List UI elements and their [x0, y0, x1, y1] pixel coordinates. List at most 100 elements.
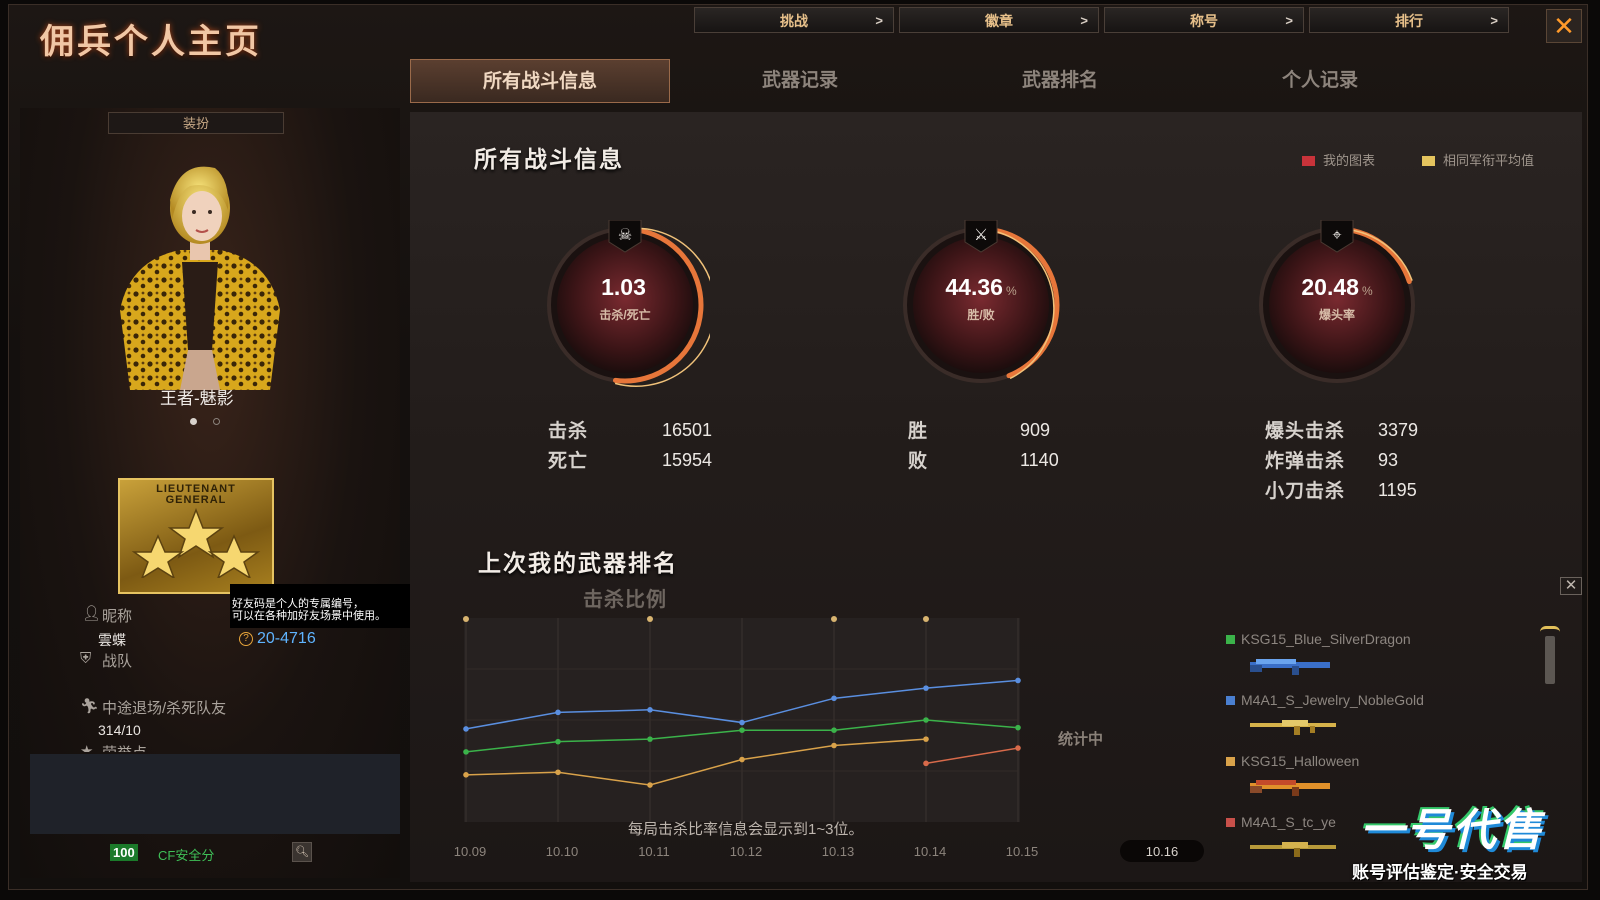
- weapon-name: KSG15_Blue_SilverDragon: [1241, 631, 1411, 647]
- tab-weapon-records[interactable]: 武器记录: [670, 59, 930, 103]
- rank-badge-text: GENERAL: [165, 494, 227, 506]
- quit-kill-label: 中途退场/杀死队友: [102, 700, 227, 717]
- gauge-kd: ☠ 1.03 击杀/死亡: [540, 219, 716, 390]
- stat-value: 93: [1378, 450, 1399, 470]
- nickname-value: 雲蝶: [98, 632, 126, 648]
- watermark-slogan: 账号评估鉴定·安全交易: [1352, 863, 1528, 882]
- data-point: [1015, 745, 1021, 751]
- stat-label: 小刀击杀: [1265, 481, 1346, 502]
- skull-icon-glyph: ☠: [618, 225, 632, 244]
- data-point: [831, 742, 837, 749]
- rifle-tc-icon: [1250, 842, 1336, 857]
- dress-up-button[interactable]: 装扮: [108, 112, 284, 134]
- praise-label: 荣誉点: [102, 742, 147, 752]
- data-point: [739, 719, 745, 726]
- carousel-dot[interactable]: [213, 418, 220, 425]
- data-point: [555, 769, 561, 776]
- marker-dot: [831, 616, 837, 622]
- close-icon[interactable]: ✕: [1546, 9, 1582, 43]
- data-point: [739, 727, 745, 733]
- shotgun-blue-icon: [1250, 659, 1330, 675]
- praise-panel: [30, 754, 400, 834]
- chevron-right-icon: >: [1490, 13, 1498, 28]
- character-name: 王者-魅影: [160, 389, 234, 408]
- data-point: [647, 736, 653, 742]
- safety-score: 100: [110, 844, 138, 861]
- stat-value: 3379: [1378, 420, 1419, 440]
- x-tick-label: 10.15: [1006, 844, 1039, 859]
- stat-label: 败: [908, 451, 929, 472]
- legend-swatch: [1302, 156, 1315, 166]
- gauge-caption: 胜/败: [967, 308, 995, 322]
- data-point: [1015, 677, 1021, 684]
- gauge-face: [1269, 237, 1405, 373]
- data-point: [555, 738, 561, 745]
- headshot-icon-glyph: ⌖: [1332, 225, 1341, 244]
- kd-gauge-ring: ☠: [547, 219, 716, 387]
- user-icon: 👤︎: [82, 605, 102, 622]
- search-icon[interactable]: 🔍︎: [292, 842, 312, 862]
- x-tick-label: 10.09: [454, 844, 487, 859]
- stat-value: 1140: [1020, 450, 1059, 470]
- nav-ranking-button[interactable]: 排行 >: [1309, 7, 1509, 33]
- nav-label: 称号: [1190, 13, 1218, 29]
- data-point: [463, 772, 469, 778]
- stat-value: 909: [1020, 420, 1051, 440]
- gauge-win-rate: ⚔ 44.36% 胜/败: [896, 219, 1066, 390]
- nav-badge-button[interactable]: 徽章 >: [899, 7, 1099, 33]
- help-icon[interactable]: ?: [239, 632, 253, 646]
- legend-label: 相同军衔平均值: [1443, 153, 1535, 168]
- weapon-rank-title: 上次我的武器排名: [478, 550, 678, 576]
- scroll-up-icon[interactable]: [1540, 626, 1560, 632]
- series-swatch: [1226, 696, 1235, 705]
- gauge-face: [913, 237, 1049, 373]
- nav-label: 徽章: [985, 13, 1013, 29]
- team-label: 战队: [102, 653, 133, 670]
- data-point: [1015, 724, 1021, 731]
- weapon-name: M4A1_S_tc_ye: [1241, 814, 1336, 830]
- gauge-value: 1.03: [540, 274, 710, 301]
- data-point: [739, 756, 745, 763]
- tab-all-battle-info[interactable]: 所有战斗信息: [410, 59, 670, 103]
- nav-title-button[interactable]: 称号 >: [1104, 7, 1304, 33]
- stat-label: 死亡: [548, 451, 589, 472]
- gauge-value: 44.36%: [896, 274, 1066, 301]
- unit: %: [1361, 284, 1373, 298]
- data-point: [555, 709, 561, 716]
- friend-code: 20-4716: [257, 630, 316, 647]
- win-rate-value: 44.36: [945, 274, 1003, 300]
- gauge-value: 20.48%: [1252, 274, 1422, 301]
- weapon-name: KSG15_Halloween: [1241, 753, 1360, 769]
- carousel-dot-active[interactable]: [190, 418, 197, 425]
- stat-value: 1195: [1378, 480, 1417, 500]
- weapon-list-scrollbar[interactable]: [1545, 636, 1555, 684]
- stat-label: 胜: [908, 421, 929, 442]
- headshot-value: 20.48: [1301, 274, 1359, 300]
- stat-label: 炸弹击杀: [1265, 451, 1346, 472]
- stat-value: 16501: [662, 420, 713, 440]
- runner-icon: 🏃︎: [80, 698, 100, 715]
- legend-label: 我的图表: [1323, 153, 1376, 168]
- data-point: [831, 695, 837, 702]
- data-point: [923, 760, 929, 767]
- safety-bar: 100 CF安全分 🔍︎: [20, 838, 398, 868]
- watermark-logo: 一号代售 账号评估鉴定·安全交易: [1348, 790, 1593, 890]
- data-point: [831, 727, 837, 733]
- counting-label: 统计中: [1058, 731, 1104, 748]
- nav-challenge-button[interactable]: 挑战 >: [694, 7, 894, 33]
- weapon-item[interactable]: M4A1_S_Jewelry_NobleGold: [1226, 692, 1424, 708]
- x-tick-label: 10.13: [822, 844, 855, 859]
- gauge-caption: 爆头率: [1318, 308, 1355, 322]
- rank-badge: LIEUTENANT GENERAL: [118, 478, 274, 594]
- weapon-name: M4A1_S_Jewelry_NobleGold: [1241, 692, 1424, 708]
- weapon-item[interactable]: KSG15_Halloween: [1226, 753, 1359, 769]
- weapon-item[interactable]: M4A1_S_tc_ye: [1226, 814, 1336, 830]
- weapon-item[interactable]: KSG15_Blue_SilverDragon: [1226, 631, 1411, 647]
- tab-weapon-ranking[interactable]: 武器排名: [930, 59, 1190, 103]
- quit-kill-value: 314/10: [98, 722, 141, 738]
- stat-value: 15954: [662, 450, 713, 470]
- tab-personal-records[interactable]: 个人记录: [1190, 59, 1450, 103]
- legend-my-chart: 我的图表: [1302, 150, 1375, 169]
- data-point: [923, 717, 929, 723]
- marker-dot: [647, 616, 653, 622]
